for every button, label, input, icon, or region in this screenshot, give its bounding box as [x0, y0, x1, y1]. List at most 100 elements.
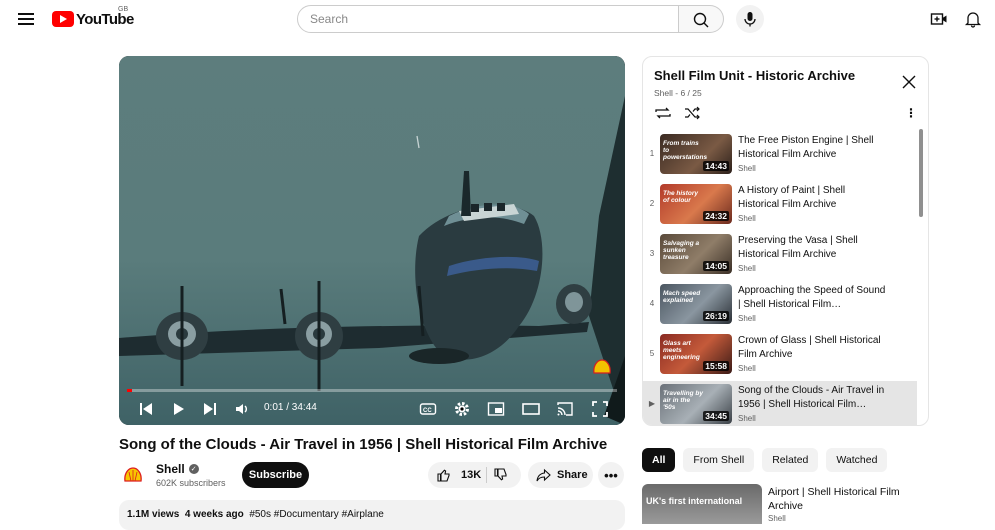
- video-frame-airplane: [119, 56, 625, 425]
- thumbnail-caption: Salvaging a sunken treasure: [663, 240, 700, 261]
- more-actions-button[interactable]: •••: [598, 462, 624, 488]
- hashtags[interactable]: #50s #Documentary #Airplane: [249, 509, 384, 520]
- like-divider: [486, 467, 487, 483]
- playlist-item-thumbnail: Mach speed explained 26:19: [660, 284, 732, 324]
- now-playing-indicator: ▶: [648, 399, 656, 408]
- description-box[interactable]: 1.1M views 4 weeks ago #50s #Documentary…: [119, 500, 625, 530]
- thumbnail-caption: Glass art meets engineering: [663, 340, 700, 361]
- kebab-menu-icon[interactable]: ⋮: [905, 106, 917, 120]
- video-title: Song of the Clouds - Air Travel in 1956 …: [119, 436, 608, 453]
- playlist-item-index: 2: [649, 199, 655, 208]
- playlist-item-active[interactable]: ▶ Travelling by air in the '50s 34:45 So…: [643, 381, 917, 425]
- notifications-button[interactable]: [964, 10, 982, 28]
- youtube-logo[interactable]: YouTube GB: [52, 6, 134, 28]
- create-video-icon: [930, 13, 947, 25]
- thumbnail-caption: The history of colour: [663, 190, 699, 204]
- search-icon: [693, 12, 709, 28]
- shell-logo-icon: [124, 467, 142, 482]
- upload-age: 4 weeks ago: [184, 509, 244, 520]
- thumbs-down-icon[interactable]: [492, 467, 510, 483]
- logo-text: YouTube: [76, 10, 134, 28]
- playlist-item-thumbnail: From trains to powerstations 14:43: [660, 134, 732, 174]
- like-dislike-group: 13K: [428, 462, 521, 488]
- playlist-item[interactable]: 2 The history of colour 24:32 A History …: [643, 181, 917, 229]
- time-display: 0:01 / 34:44: [264, 402, 317, 413]
- next-icon[interactable]: [201, 400, 219, 418]
- subscriber-count: 602K subscribers: [156, 478, 226, 488]
- thumbnail-caption: Mach speed explained: [663, 290, 701, 304]
- menu-icon[interactable]: [16, 9, 36, 29]
- search-button[interactable]: [679, 5, 724, 33]
- svg-text:CC: CC: [423, 408, 432, 414]
- loop-icon[interactable]: [654, 106, 672, 120]
- playlist-item-title: Approaching the Speed of Sound | Shell H…: [738, 285, 886, 310]
- volume-icon[interactable]: [233, 400, 251, 418]
- playlist-item-duration: 14:05: [703, 261, 729, 271]
- settings-gear-icon[interactable]: [453, 400, 471, 418]
- filter-chips: All From Shell Related Watched: [642, 448, 888, 472]
- playlist-item-thumbnail: Salvaging a sunken treasure 14:05: [660, 234, 732, 274]
- chip-watched[interactable]: Watched: [826, 448, 888, 472]
- playlist-subtitle: Shell - 6 / 25: [654, 88, 702, 98]
- recommendation-title[interactable]: Airport | Shell Historical Film Archive: [768, 485, 918, 513]
- share-label: Share: [557, 469, 588, 481]
- theater-mode-icon[interactable]: [522, 400, 540, 418]
- create-video-button[interactable]: [930, 10, 948, 28]
- channel-name[interactable]: Shell ✓: [156, 462, 199, 476]
- chip-from-shell[interactable]: From Shell: [683, 448, 755, 472]
- playlist-title[interactable]: Shell Film Unit - Historic Archive: [654, 68, 855, 83]
- share-icon: [536, 468, 551, 482]
- cast-icon[interactable]: [556, 400, 574, 418]
- playlist-item-index: 5: [649, 349, 655, 358]
- thumbnail-caption: Travelling by air in the '50s: [663, 390, 703, 411]
- playlist-item-duration: 24:32: [703, 211, 729, 221]
- channel-avatar[interactable]: [119, 461, 147, 489]
- playlist-item-index: 3: [649, 249, 655, 258]
- chip-all[interactable]: All: [642, 448, 676, 472]
- playlist-item-title: Crown of Glass | Shell Historical Film A…: [738, 335, 881, 360]
- playlist-item-duration: 26:19: [703, 311, 729, 321]
- youtube-play-icon: [52, 11, 74, 27]
- thumbs-up-icon: [437, 468, 450, 482]
- share-button[interactable]: Share: [528, 462, 593, 488]
- like-count: 13K: [461, 469, 482, 481]
- playlist-item-index: 1: [649, 149, 655, 158]
- playlist-item[interactable]: 3 Salvaging a sunken treasure 14:05 Pres…: [643, 231, 917, 279]
- play-icon[interactable]: [169, 400, 187, 418]
- channel-name-text: Shell: [156, 462, 185, 476]
- playlist-scrollbar[interactable]: [919, 129, 923, 217]
- playlist-item-title: Preserving the Vasa | Shell Historical F…: [738, 235, 858, 260]
- microphone-icon: [744, 12, 756, 27]
- subscribe-button[interactable]: Subscribe: [242, 462, 309, 488]
- search-input[interactable]: Search: [297, 5, 679, 33]
- country-code: GB: [118, 6, 129, 13]
- playlist-panel: Shell Film Unit - Historic Archive Shell…: [642, 56, 929, 426]
- progress-bar[interactable]: [127, 389, 617, 392]
- miniplayer-icon[interactable]: [487, 400, 505, 418]
- video-player[interactable]: 0:01 / 34:44 CC: [119, 56, 625, 425]
- shuffle-icon[interactable]: [684, 106, 700, 120]
- playlist-item-channel: Shell: [738, 214, 756, 223]
- top-bar: YouTube GB Search: [0, 0, 995, 38]
- playlist-item[interactable]: 5 Glass art meets engineering 15:58 Crow…: [643, 331, 917, 379]
- captions-icon[interactable]: CC: [419, 400, 437, 418]
- progress-fill: [127, 389, 132, 392]
- playlist-item-channel: Shell: [738, 414, 756, 423]
- playlist-item-title: A History of Paint | Shell Historical Fi…: [738, 185, 846, 210]
- playlist-item-thumbnail: Travelling by air in the '50s 34:45: [660, 384, 732, 424]
- shell-watermark-logo: [593, 359, 611, 374]
- playlist-item[interactable]: 1 From trains to powerstations 14:43 The…: [643, 131, 917, 179]
- fullscreen-icon[interactable]: [591, 400, 609, 418]
- view-count: 1.1M views: [127, 509, 180, 520]
- playlist-item-channel: Shell: [738, 264, 756, 273]
- previous-icon[interactable]: [137, 400, 155, 418]
- close-icon[interactable]: [901, 74, 917, 90]
- playlist-item-channel: Shell: [738, 164, 756, 173]
- playlist-item-thumbnail: Glass art meets engineering 15:58: [660, 334, 732, 374]
- chip-related[interactable]: Related: [762, 448, 819, 472]
- voice-search-button[interactable]: [736, 5, 764, 33]
- verified-check-icon: ✓: [188, 464, 199, 474]
- recommendation-thumbnail[interactable]: UK's first international: [642, 484, 762, 524]
- like-button[interactable]: 13K: [428, 462, 486, 488]
- playlist-item[interactable]: 4 Mach speed explained 26:19 Approaching…: [643, 281, 917, 329]
